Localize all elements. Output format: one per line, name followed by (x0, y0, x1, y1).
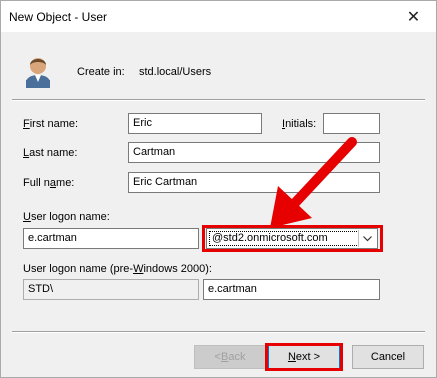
back-button[interactable]: < Back (194, 345, 266, 369)
first-name-label: First name: (23, 118, 79, 130)
pre2000-label: User logon name (pre-Windows 2000): (23, 263, 212, 275)
logon-name-field[interactable]: e.cartman (23, 228, 199, 249)
user-icon (26, 58, 50, 88)
cancel-button[interactable]: Cancel (352, 345, 424, 369)
title-bar: New Object - User ✕ (1, 1, 436, 32)
logon-name-label: User logon name: (23, 211, 110, 223)
next-highlight-box (265, 343, 343, 371)
full-name-label: Full name: (23, 177, 75, 189)
dialog-content: Create in: std.local/Users First name: E… (1, 32, 436, 377)
pre2000-domain-field: STD\ (23, 279, 199, 300)
initials-label: Initials: (282, 118, 317, 130)
new-object-user-dialog: New Object - User ✕ Create in: std.local… (0, 0, 437, 378)
top-divider (12, 99, 425, 101)
initials-field[interactable] (323, 113, 380, 134)
close-icon[interactable]: ✕ (391, 1, 436, 32)
create-in-label: Create in: (77, 66, 125, 78)
bottom-divider (12, 331, 425, 333)
annotation-arrow-icon (270, 137, 357, 228)
last-name-label: Last name: (23, 147, 78, 159)
first-name-field[interactable]: Eric (128, 113, 262, 134)
pre2000-logon-field[interactable]: e.cartman (203, 279, 380, 300)
create-in-path: std.local/Users (139, 66, 212, 78)
window-title: New Object - User (9, 10, 108, 24)
